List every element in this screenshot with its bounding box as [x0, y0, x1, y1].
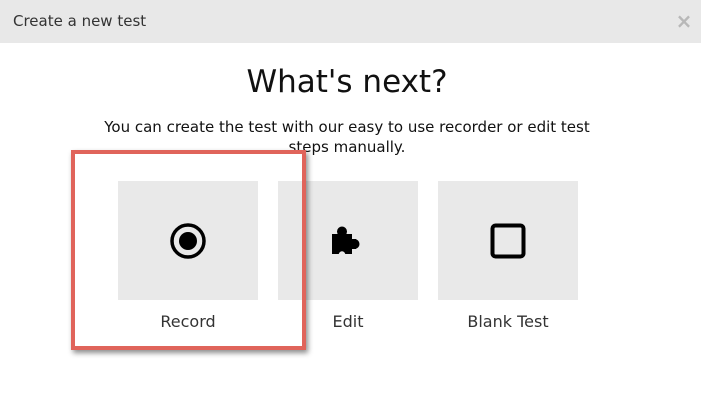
dialog-header: Create a new test × [0, 0, 701, 43]
blank-test-label: Blank Test [467, 312, 549, 331]
dialog-title: Create a new test [13, 12, 147, 30]
close-button[interactable]: × [673, 9, 695, 33]
record-option[interactable]: Record [118, 181, 258, 332]
blank-test-tile[interactable] [438, 181, 578, 300]
record-label: Record [160, 312, 216, 331]
edit-option[interactable]: Edit [278, 181, 418, 332]
square-icon [490, 223, 526, 258]
blank-test-option[interactable]: Blank Test [438, 181, 578, 332]
record-icon [170, 222, 206, 259]
page-heading: What's next? [246, 64, 448, 100]
puzzle-piece-icon [332, 226, 360, 257]
record-tile[interactable] [118, 181, 258, 300]
edit-tile[interactable] [278, 181, 418, 300]
close-icon: × [675, 9, 693, 33]
description-text: You can create the test with our easy to… [104, 118, 590, 156]
edit-label: Edit [332, 312, 364, 331]
